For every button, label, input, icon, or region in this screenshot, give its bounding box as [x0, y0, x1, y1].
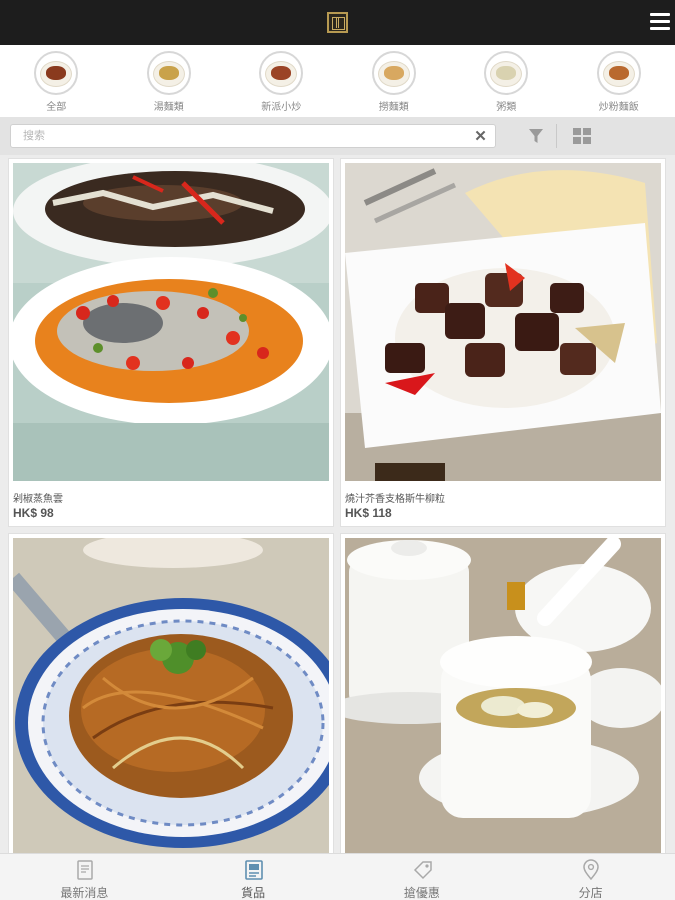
- category-label: 粥類: [496, 102, 517, 113]
- product-book-icon: [243, 859, 265, 881]
- category-item-all[interactable]: 全部: [0, 45, 113, 117]
- category-label: 撈麵類: [378, 102, 409, 113]
- category-item-congee[interactable]: 粥類: [450, 45, 563, 117]
- nav-item-branches[interactable]: 分店: [506, 854, 675, 900]
- category-label: 新派小炒: [261, 102, 302, 113]
- product-price: HK$ 98: [13, 506, 54, 520]
- category-item-soup-noodles[interactable]: 湯麵類: [113, 45, 226, 117]
- product-card[interactable]: 剁椒蒸魚雲 HK$ 98: [8, 158, 334, 527]
- nav-item-news[interactable]: 最新消息: [0, 854, 169, 900]
- product-name: 燒汁芥香支格斯牛柳粒: [345, 494, 445, 505]
- product-image: [13, 538, 329, 853]
- category-thumbnail: [34, 51, 78, 95]
- category-thumbnail: [596, 51, 641, 95]
- grid-view-icon[interactable]: [566, 117, 600, 155]
- product-image: [345, 538, 661, 853]
- product-name: 剁椒蒸魚雲: [13, 494, 63, 505]
- category-label: 湯麵類: [153, 102, 184, 113]
- brand-seal-icon[interactable]: [327, 12, 348, 33]
- bottom-navigation: 最新消息 貨品 搶優惠 分店: [0, 853, 675, 900]
- category-thumbnail: [146, 51, 191, 95]
- filter-funnel-icon[interactable]: [518, 117, 554, 155]
- category-item-lo-mein[interactable]: 撈麵類: [338, 45, 451, 117]
- nav-label: 分店: [578, 886, 603, 900]
- search-input[interactable]: [10, 124, 496, 148]
- nav-item-deals[interactable]: 搶優惠: [338, 854, 507, 900]
- category-label: 炒粉麵飯: [598, 102, 639, 113]
- category-thumbnail: [259, 51, 303, 95]
- category-label: 全部: [46, 102, 67, 113]
- category-item-new-stir-fry[interactable]: 新派小炒: [225, 45, 338, 117]
- product-grid: 剁椒蒸魚雲 HK$ 98 燒汁芥香支格斯牛柳粒 HK$ 118: [0, 155, 675, 853]
- nav-label: 貨品: [241, 886, 266, 900]
- category-thumbnail: [484, 51, 528, 95]
- toolbar-divider: [556, 124, 557, 148]
- top-bar: [0, 0, 675, 45]
- category-strip: 全部 湯麵類 新派小炒 撈麵類 粥類 炒粉麵飯: [0, 45, 675, 117]
- clear-x-icon[interactable]: ✕: [472, 128, 489, 145]
- category-item-fried-noodles-rice[interactable]: 炒粉麵飯: [563, 45, 675, 117]
- coupon-tag-icon: [412, 859, 434, 881]
- hamburger-menu-icon[interactable]: [650, 13, 670, 31]
- app-root: 全部 湯麵類 新派小炒 撈麵類 粥類 炒粉麵飯 ✕: [0, 0, 675, 900]
- nav-label: 搶優惠: [403, 886, 440, 900]
- product-price: HK$ 118: [345, 506, 392, 520]
- product-card[interactable]: 燒汁芥香支格斯牛柳粒 HK$ 118: [340, 158, 666, 527]
- location-pin-icon: [580, 859, 602, 881]
- product-card[interactable]: [8, 533, 334, 853]
- nav-item-products[interactable]: 貨品: [169, 854, 338, 900]
- nav-label: 最新消息: [60, 886, 109, 900]
- news-document-icon: [74, 859, 96, 881]
- product-card[interactable]: [340, 533, 666, 853]
- product-image: [345, 163, 661, 481]
- product-image: [13, 163, 329, 481]
- category-thumbnail: [371, 51, 416, 95]
